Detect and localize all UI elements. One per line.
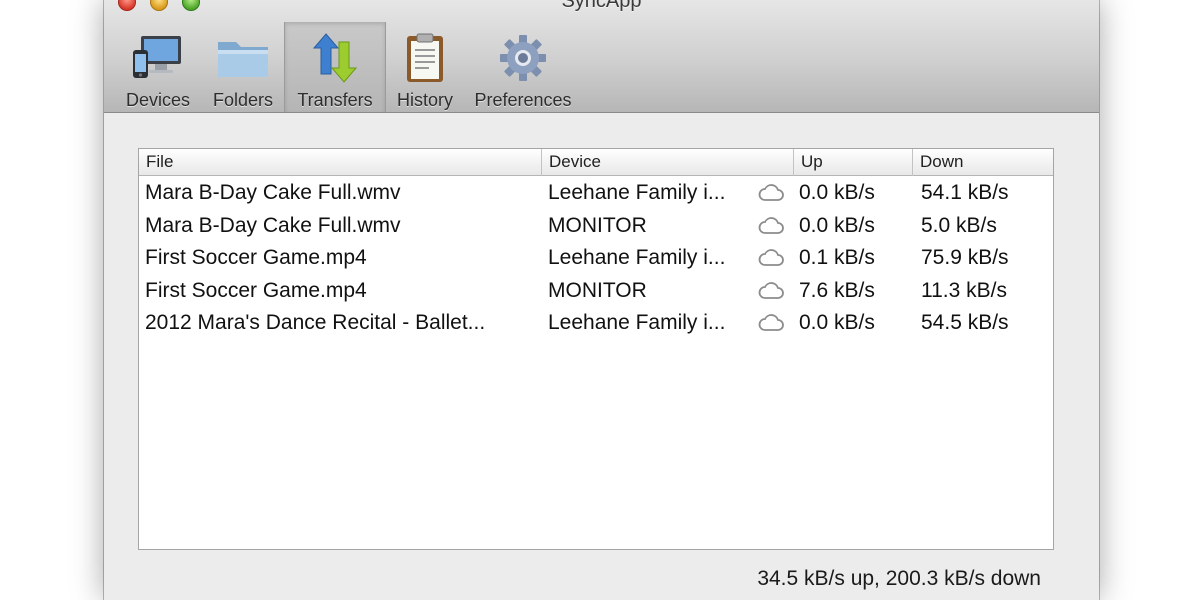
- up-rate-cell: 0.0 kB/s: [799, 311, 875, 335]
- toolbar-devices-button[interactable]: Devices: [114, 22, 202, 112]
- toolbar-history-label: History: [396, 90, 453, 110]
- cloud-icon: [747, 281, 794, 300]
- toolbar-folders-button[interactable]: Folders: [202, 22, 284, 112]
- table-header: File Device Up Down: [139, 149, 1053, 176]
- cloud-icon: [747, 216, 794, 235]
- table-row[interactable]: Mara B-Day Cake Full.wmv MONITOR 0.0 kB/…: [139, 210, 1053, 243]
- device-cell: Leehane Family i...: [548, 246, 726, 270]
- toolbar-devices-label: Devices: [125, 90, 191, 110]
- toolbar-preferences-button[interactable]: Preferences: [464, 22, 582, 112]
- table-body: Mara B-Day Cake Full.wmv Leehane Family …: [139, 177, 1053, 340]
- file-cell: First Soccer Game.mp4: [145, 278, 367, 302]
- toolbar-transfers-label: Transfers: [297, 90, 373, 110]
- unified-titlebar-toolbar: SyncApp Devices Folders Transfers Histor…: [104, 0, 1099, 113]
- down-rate-cell: 75.9 kB/s: [921, 246, 1009, 270]
- devices-icon: [128, 32, 188, 84]
- cloud-icon: [747, 249, 794, 267]
- transfers-icon: [305, 32, 365, 84]
- toolbar-history-button[interactable]: History: [386, 22, 464, 112]
- toolbar-preferences-label: Preferences: [474, 90, 572, 110]
- folder-icon: [213, 32, 273, 84]
- down-rate-cell: 54.5 kB/s: [921, 311, 1009, 335]
- toolbar: Devices Folders Transfers History Prefer…: [114, 22, 582, 112]
- device-cell: MONITOR: [548, 278, 647, 302]
- cloud-icon: [747, 314, 794, 332]
- down-rate-cell: 11.3 kB/s: [921, 278, 1007, 302]
- syncapp-window: SyncApp Devices Folders Transfers Histor…: [104, 0, 1099, 600]
- transfers-table[interactable]: File Device Up Down Mara B-Day Cake Full…: [138, 148, 1054, 550]
- up-rate-cell: 0.0 kB/s: [799, 181, 875, 205]
- column-header-down[interactable]: Down: [913, 149, 1053, 176]
- column-header-up[interactable]: Up: [794, 149, 913, 176]
- device-cell: Leehane Family i...: [548, 311, 726, 335]
- table-row[interactable]: First Soccer Game.mp4 Leehane Family i..…: [139, 242, 1053, 275]
- transfers-pane: File Device Up Down Mara B-Day Cake Full…: [104, 114, 1099, 600]
- down-rate-cell: 5.0 kB/s: [921, 213, 997, 237]
- table-row[interactable]: Mara B-Day Cake Full.wmv Leehane Family …: [139, 177, 1053, 210]
- device-cell: Leehane Family i...: [548, 181, 726, 205]
- file-cell: First Soccer Game.mp4: [145, 246, 367, 270]
- gear-icon: [493, 32, 553, 84]
- up-rate-cell: 0.1 kB/s: [799, 246, 875, 270]
- cloud-icon: [747, 184, 794, 202]
- toolbar-folders-label: Folders: [212, 90, 274, 110]
- toolbar-transfers-button[interactable]: Transfers: [284, 22, 386, 112]
- up-rate-cell: 0.0 kB/s: [799, 213, 875, 237]
- transfer-rate-summary: 34.5 kB/s up, 200.3 kB/s down: [757, 567, 1041, 590]
- clipboard-icon: [395, 32, 455, 84]
- file-cell: Mara B-Day Cake Full.wmv: [145, 181, 401, 205]
- column-header-device[interactable]: Device: [542, 149, 794, 176]
- window-title: SyncApp: [561, 0, 642, 12]
- column-header-file[interactable]: File: [139, 149, 542, 176]
- device-cell: MONITOR: [548, 213, 647, 237]
- table-row[interactable]: First Soccer Game.mp4 MONITOR 7.6 kB/s 1…: [139, 275, 1053, 308]
- file-cell: 2012 Mara's Dance Recital - Ballet...: [145, 311, 486, 335]
- up-rate-cell: 7.6 kB/s: [799, 278, 875, 302]
- down-rate-cell: 54.1 kB/s: [921, 181, 1009, 205]
- table-row[interactable]: 2012 Mara's Dance Recital - Ballet... Le…: [139, 307, 1053, 340]
- file-cell: Mara B-Day Cake Full.wmv: [145, 213, 401, 237]
